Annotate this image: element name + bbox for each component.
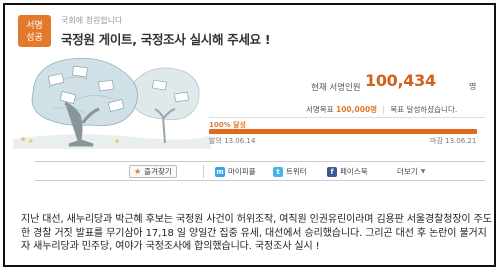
progress-fill [209, 129, 477, 134]
goal-divider: | [382, 105, 385, 114]
mypeople-label: 마이피플 [228, 167, 256, 176]
progress-track [209, 129, 477, 134]
favorite-label: 즐겨찾기 [144, 167, 172, 176]
facebook-label: 페이스북 [340, 167, 368, 176]
petition-body-text: 지난 대선, 새누리당과 박근혜 후보는 국정원 사건이 허위조작, 여직원 인… [21, 214, 492, 252]
chevron-down-icon: ▼ [420, 168, 426, 175]
signature-success-badge: 서명 성공 [18, 15, 51, 47]
twitter-icon: t [273, 166, 283, 177]
mypeople-icon: m [215, 166, 225, 177]
goal-label: 서명목표 [306, 105, 334, 114]
twitter-label: 트위터 [286, 167, 307, 176]
favorite-button[interactable]: ★ 즐겨찾기 [129, 165, 177, 178]
current-signers-unit: 명 [469, 82, 477, 91]
end-date: 마감 13.06.21 [430, 136, 476, 146]
facebook-share-button[interactable]: f 페이스북 [327, 165, 368, 178]
petition-subtitle: 국회에 청원합니다 [61, 16, 123, 25]
goal-row: 서명목표 100,000명 | 목표 달성하셨습니다. [306, 104, 457, 115]
badge-line2: 성공 [26, 33, 43, 43]
progress-area: 100% 달성 [209, 117, 485, 135]
start-date: 발의 13.06.14 [209, 136, 255, 146]
goal-status: 목표 달성하셨습니다. [390, 105, 458, 114]
petition-card: 서명 성공 국회에 청원합니다 국정원 게이트, 국정조사 실시해 주세요 ! … [3, 3, 496, 267]
start-date-label: 발의 [209, 137, 222, 145]
goal-value: 100,000명 [336, 105, 378, 114]
petition-title[interactable]: 국정원 게이트, 국정조사 실시해 주세요 ! [61, 29, 271, 48]
end-date-value: 13.06.21 [445, 137, 477, 145]
share-divider [203, 165, 204, 178]
star-icon: ★ [134, 167, 142, 176]
current-signers-count: 100,434 [365, 71, 436, 90]
end-date-label: 마감 [430, 137, 443, 145]
facebook-icon: f [327, 166, 337, 177]
twitter-share-button[interactable]: t 트위터 [273, 165, 307, 178]
more-label: 더보기 [397, 167, 418, 176]
current-signers-label: 현재 서명인원 [311, 83, 361, 93]
more-share-button[interactable]: 더보기 ▼ [397, 165, 425, 178]
start-date-value: 13.06.14 [224, 137, 256, 145]
badge-line1: 서명 [26, 21, 43, 31]
mypeople-share-button[interactable]: m 마이피플 [215, 165, 256, 178]
share-bar: ★ 즐겨찾기 m 마이피플 t 트위터 f 페이스북 더보기 ▼ [35, 161, 485, 181]
tree-illustration [13, 57, 211, 149]
